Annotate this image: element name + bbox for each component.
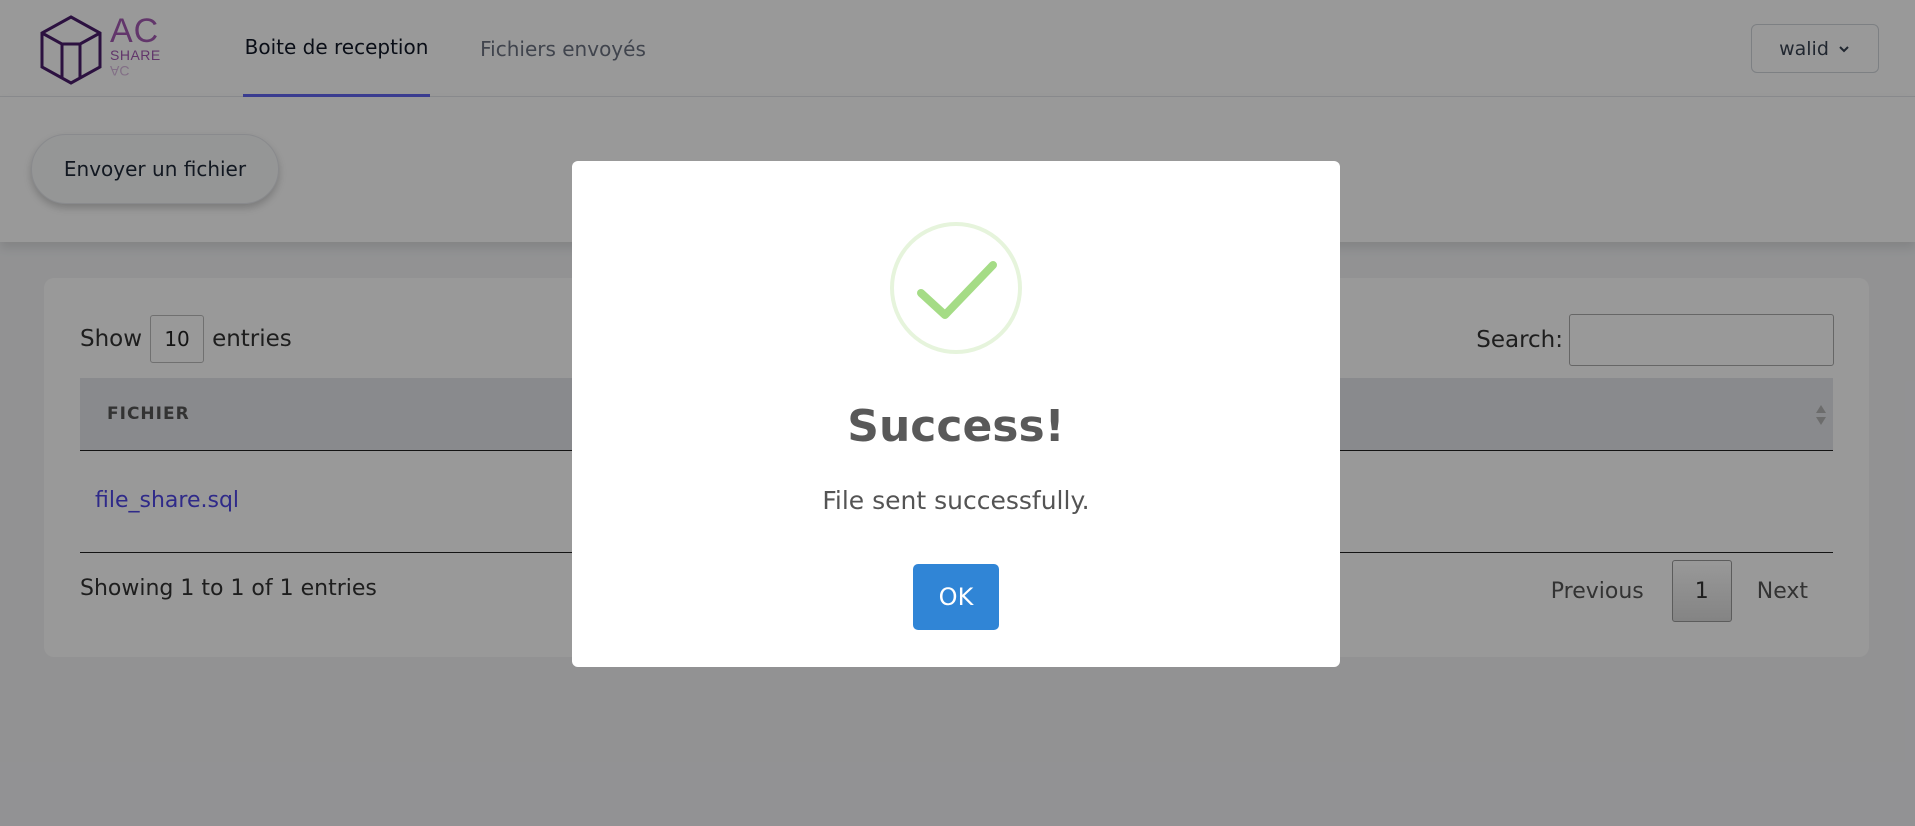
dialog-message: File sent successfully.: [822, 486, 1090, 515]
dialog-title: Success!: [847, 401, 1065, 452]
success-check-icon: [890, 222, 1022, 354]
ok-button[interactable]: OK: [913, 564, 999, 630]
success-dialog: Success! File sent successfully. OK: [572, 161, 1340, 667]
